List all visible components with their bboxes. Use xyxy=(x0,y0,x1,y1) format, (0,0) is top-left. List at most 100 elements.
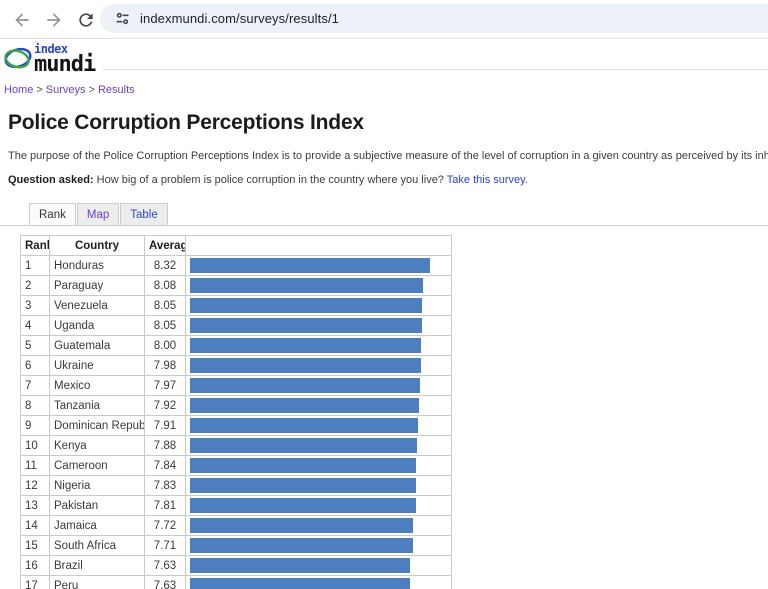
country-cell: Ukraine xyxy=(50,356,145,376)
rank-cell: 16 xyxy=(21,556,50,576)
breadcrumb-link-results[interactable]: Results xyxy=(98,84,135,96)
country-column-header: Country xyxy=(50,236,145,256)
country-cell: Venezuela xyxy=(50,296,145,316)
table-row: 9Dominican Republic7.91 xyxy=(21,416,452,436)
breadcrumb-separator: > xyxy=(89,84,95,96)
bar-cell xyxy=(186,416,452,436)
value-bar xyxy=(190,318,422,333)
site-logo[interactable]: index mundi xyxy=(3,43,101,74)
breadcrumb-separator: > xyxy=(36,84,42,96)
average-cell: 7.71 xyxy=(145,536,186,556)
bar-cell xyxy=(186,356,452,376)
question-label: Question asked: xyxy=(8,174,94,186)
rank-cell: 10 xyxy=(21,436,50,456)
value-bar xyxy=(190,358,421,373)
average-cell: 8.05 xyxy=(145,316,186,336)
table-row: 7Mexico7.97 xyxy=(21,376,452,396)
tab-rank[interactable]: Rank xyxy=(29,203,76,226)
table-row: 14Jamaica7.72 xyxy=(21,516,452,536)
breadcrumb-link-surveys[interactable]: Surveys xyxy=(46,84,86,96)
rank-column-header: Rank xyxy=(21,236,50,256)
back-icon[interactable] xyxy=(12,10,32,30)
bar-cell xyxy=(186,336,452,356)
question-text: How big of a problem is police corruptio… xyxy=(94,174,447,186)
table-row: 1Honduras8.32 xyxy=(21,256,452,276)
reload-icon[interactable] xyxy=(76,10,96,30)
bar-cell xyxy=(186,456,452,476)
value-bar xyxy=(190,438,417,453)
table-row: 12Nigeria7.83 xyxy=(21,476,452,496)
address-bar[interactable]: indexmundi.com/surveys/results/1 xyxy=(100,4,768,33)
rank-cell: 15 xyxy=(21,536,50,556)
bar-cell xyxy=(186,576,452,589)
bar-cell xyxy=(186,256,452,276)
rank-cell: 1 xyxy=(21,256,50,276)
average-cell: 7.83 xyxy=(145,476,186,496)
value-bar xyxy=(190,398,419,413)
bar-cell xyxy=(186,376,452,396)
tab-table[interactable]: Table xyxy=(120,203,168,226)
page-description: The purpose of the Police Corruption Per… xyxy=(8,150,768,162)
country-cell: Pakistan xyxy=(50,496,145,516)
rank-cell: 13 xyxy=(21,496,50,516)
bar-cell xyxy=(186,496,452,516)
table-row: 5Guatemala8.00 xyxy=(21,336,452,356)
rank-cell: 12 xyxy=(21,476,50,496)
value-bar xyxy=(190,378,420,393)
take-survey-link[interactable]: Take this survey. xyxy=(447,174,528,186)
value-bar xyxy=(190,478,416,493)
site-header: index mundi xyxy=(0,42,768,79)
logo-wordmark: index mundi xyxy=(34,43,95,74)
bar-cell xyxy=(186,476,452,496)
average-cell: 8.32 xyxy=(145,256,186,276)
average-cell: 7.97 xyxy=(145,376,186,396)
table-row: 6Ukraine7.98 xyxy=(21,356,452,376)
forward-icon[interactable] xyxy=(44,10,64,30)
breadcrumb-link-home[interactable]: Home xyxy=(4,84,33,96)
country-cell: Paraguay xyxy=(50,276,145,296)
country-cell: Cameroon xyxy=(50,456,145,476)
question-line: Question asked: How big of a problem is … xyxy=(8,174,768,186)
country-cell: Uganda xyxy=(50,316,145,336)
value-bar xyxy=(190,538,413,553)
table-row: 4Uganda8.05 xyxy=(21,316,452,336)
table-header-row: Rank Country Average xyxy=(21,236,452,256)
value-bar xyxy=(190,458,416,473)
country-cell: Mexico xyxy=(50,376,145,396)
table-row: 17Peru7.63 xyxy=(21,576,452,589)
rank-cell: 6 xyxy=(21,356,50,376)
value-bar xyxy=(190,258,430,273)
average-column-header: Average xyxy=(145,236,186,256)
average-cell: 7.63 xyxy=(145,556,186,576)
results-table: Rank Country Average 1Honduras8.322Parag… xyxy=(20,235,452,589)
logo-text-mundi: mundi xyxy=(34,55,95,74)
country-cell: Honduras xyxy=(50,256,145,276)
page-title: Police Corruption Perceptions Index xyxy=(8,111,768,135)
country-cell: Brazil xyxy=(50,556,145,576)
value-bar xyxy=(190,418,418,433)
average-cell: 7.84 xyxy=(145,456,186,476)
country-cell: Tanzania xyxy=(50,396,145,416)
site-info-icon[interactable] xyxy=(114,10,131,27)
rank-cell: 17 xyxy=(21,576,50,589)
tab-map[interactable]: Map xyxy=(77,203,119,226)
bar-cell xyxy=(186,296,452,316)
average-cell: 7.88 xyxy=(145,436,186,456)
rank-cell: 8 xyxy=(21,396,50,416)
value-bar xyxy=(190,578,410,589)
rank-cell: 7 xyxy=(21,376,50,396)
country-cell: Kenya xyxy=(50,436,145,456)
country-cell: Nigeria xyxy=(50,476,145,496)
country-cell: Guatemala xyxy=(50,336,145,356)
table-row: 13Pakistan7.81 xyxy=(21,496,452,516)
value-bar xyxy=(190,518,413,533)
value-bar xyxy=(190,338,421,353)
bar-cell xyxy=(186,516,452,536)
table-row: 10Kenya7.88 xyxy=(21,436,452,456)
average-cell: 7.63 xyxy=(145,576,186,589)
table-row: 16Brazil7.63 xyxy=(21,556,452,576)
table-row: 15South Africa7.71 xyxy=(21,536,452,556)
url-text: indexmundi.com/surveys/results/1 xyxy=(140,11,339,26)
average-cell: 7.91 xyxy=(145,416,186,436)
rank-cell: 9 xyxy=(21,416,50,436)
